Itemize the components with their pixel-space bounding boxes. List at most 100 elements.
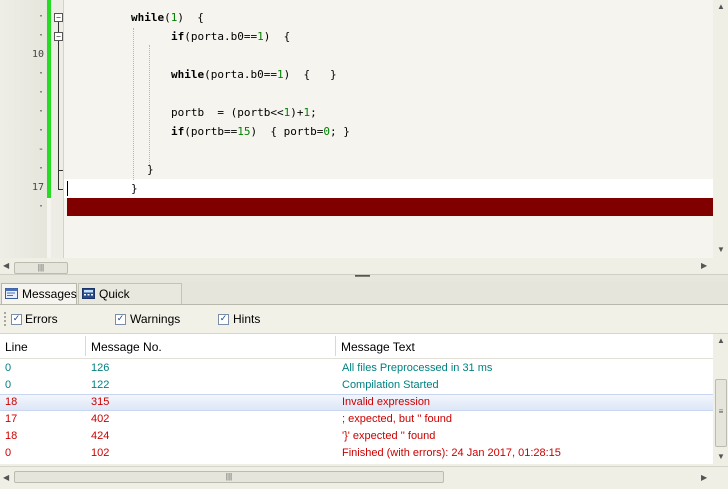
editor-vertical-scrollbar[interactable]: ▲ ▼ (713, 0, 728, 258)
code-text: ) { } (283, 68, 337, 81)
line-marker: - (37, 144, 44, 155)
gutter-separator (63, 0, 64, 258)
code-editor[interactable] (0, 0, 728, 258)
code-number: 1 (276, 68, 284, 81)
cell-message-no: 402 (91, 413, 110, 425)
code-text: ) { (263, 30, 291, 43)
scroll-left-icon[interactable]: ◀ (3, 261, 9, 271)
code-line[interactable]: } (147, 160, 154, 179)
warnings-label: Warnings (130, 312, 181, 326)
code-line[interactable]: while(porta.b0==1) { } (171, 65, 337, 84)
splitter-grip-icon[interactable]: ▪▪▪▪▪▪▪▪▪▪ (342, 273, 382, 280)
code-number: 15 (237, 125, 251, 138)
code-text: ; (310, 106, 317, 119)
indent-guide (149, 45, 150, 165)
scroll-right-icon[interactable]: ▶ (701, 261, 707, 271)
scroll-down-icon[interactable]: ▼ (717, 245, 725, 255)
line-number-17: 17 (31, 182, 44, 193)
column-header-message-text[interactable]: Message Text (341, 340, 415, 354)
code-text: (porta.b0== (184, 30, 258, 43)
keyword: if (171, 125, 185, 138)
code-line[interactable]: if(portb==15) { portb=0; } (171, 122, 350, 141)
current-line-highlight (64, 179, 715, 198)
column-header-line[interactable]: Line (5, 340, 28, 354)
line-marker: · (37, 106, 44, 117)
table-row[interactable]: 0 102 Finished (with errors): 24 Jan 201… (0, 445, 713, 462)
cell-message-no: 122 (91, 379, 110, 391)
code-text: )+ (290, 106, 304, 119)
keyword: while (131, 11, 165, 24)
column-divider[interactable] (85, 336, 86, 356)
cell-message-text: Compilation Started (342, 379, 439, 391)
cell-message-text: Finished (with errors): 24 Jan 2017, 01:… (342, 447, 561, 459)
table-row[interactable]: 0 122 Compilation Started (0, 377, 713, 394)
message-filter-bar (0, 305, 728, 334)
code-text: ) { portb= (250, 125, 324, 138)
hints-checkbox[interactable]: ✓ (218, 314, 229, 325)
errors-label: Errors (25, 312, 58, 326)
editor-horizontal-scrollbar[interactable]: ◀ ▶ (0, 258, 713, 274)
cell-message-no: 126 (91, 362, 110, 374)
table-row[interactable]: 0 126 All files Preprocessed in 31 ms (0, 360, 713, 377)
line-marker: · (37, 163, 44, 174)
code-line[interactable]: while(1) { (131, 8, 204, 27)
code-line[interactable]: if(porta.b0==1) { (171, 27, 290, 46)
code-number: 1 (257, 30, 264, 43)
scroll-left-icon[interactable]: ◀ (3, 473, 9, 483)
scroll-up-icon[interactable]: ▲ (717, 336, 725, 346)
messages-scroll-thumb[interactable]: ≡ (715, 379, 727, 447)
tab-messages[interactable]: Messages (1, 283, 77, 304)
scroll-right-icon[interactable]: ▶ (701, 473, 707, 483)
text-caret (67, 181, 68, 196)
scroll-down-icon[interactable]: ▼ (717, 452, 725, 462)
line-marker: · (37, 201, 44, 212)
fold-collapse-icon[interactable]: − (54, 13, 63, 22)
code-text: ) { (177, 11, 204, 24)
table-row[interactable]: 17 402 ; expected, but '' found (0, 411, 713, 428)
cell-message-text: All files Preprocessed in 31 ms (342, 362, 493, 374)
column-header-message-no[interactable]: Message No. (91, 340, 162, 354)
column-divider[interactable] (335, 336, 336, 356)
messages-horizontal-thumb[interactable]: ||| (14, 471, 444, 483)
error-line-highlight (67, 198, 713, 216)
cell-line: 0 (5, 379, 12, 391)
line-number-10: 10 (31, 49, 44, 60)
code-number: 0 (323, 125, 330, 138)
cell-message-text: ; expected, but '' found (342, 413, 452, 425)
code-line[interactable]: portb = (portb<<1)+1; (171, 103, 317, 122)
calculator-icon (82, 288, 95, 299)
editor-scroll-thumb[interactable]: ||| (14, 262, 68, 274)
cell-message-no: 424 (91, 430, 110, 442)
messages-icon (5, 288, 18, 299)
tab-quick-converter[interactable]: Quick Converter (78, 283, 182, 322)
code-text: portb = (portb<< (171, 106, 284, 119)
scroll-up-icon[interactable]: ▲ (717, 2, 725, 12)
line-marker: · (37, 68, 44, 79)
warnings-checkbox[interactable]: ✓ (115, 314, 126, 325)
cell-line: 0 (5, 362, 12, 374)
fold-collapse-icon[interactable]: − (54, 32, 63, 41)
cell-line: 0 (5, 447, 12, 459)
fold-line (58, 41, 59, 189)
line-number-gutter: · · 10 · · · · - · 17 · (0, 0, 47, 258)
keyword: while (171, 68, 205, 81)
errors-checkbox[interactable]: ✓ (11, 314, 22, 325)
code-text: ( (164, 11, 171, 24)
cell-message-no: 315 (91, 396, 110, 408)
code-text: (porta.b0== (204, 68, 277, 81)
table-row[interactable]: 18 424 '}' expected '' found (0, 428, 713, 445)
cell-message-text: Invalid expression (342, 396, 431, 408)
cell-message-text: '}' expected '' found (342, 430, 436, 442)
toolbar-grip[interactable] (4, 312, 8, 326)
tab-messages-label: Messages (22, 287, 77, 301)
cell-line: 18 (5, 430, 18, 442)
table-row-selected[interactable]: 18 315 Invalid expression (0, 394, 713, 411)
cell-message-no: 102 (91, 447, 110, 459)
hints-label: Hints (233, 312, 261, 326)
fold-line (58, 22, 59, 32)
code-line[interactable]: } (131, 179, 138, 198)
line-marker: · (37, 87, 44, 98)
line-marker: · (37, 30, 44, 41)
cell-line: 17 (5, 413, 18, 425)
keyword: if (171, 30, 185, 43)
